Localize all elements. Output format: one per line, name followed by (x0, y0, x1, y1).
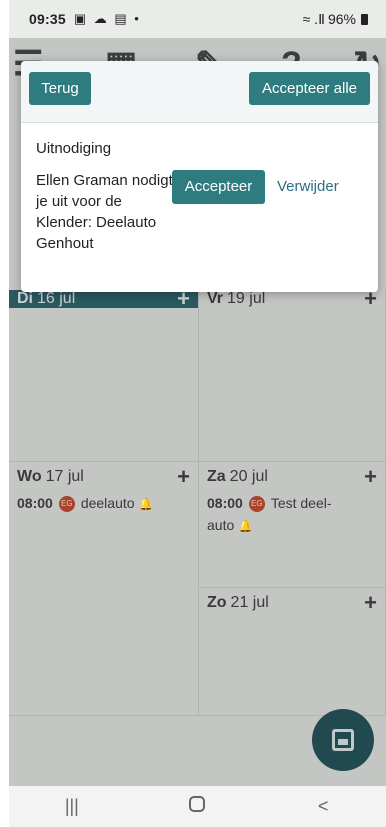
add-event-button[interactable]: + (364, 592, 377, 614)
day-date: 17 (45, 468, 64, 485)
day-date: 19 (227, 290, 245, 307)
day-cell-vr-19[interactable]: Vr 19 jul + (199, 288, 386, 462)
dialog-header: Terug Accepteer alle (21, 61, 378, 123)
day-month: jul (249, 290, 266, 307)
calendar-grid: Di 16 jul + Vr 19 jul + Wo 17 jul + 08:0… (9, 288, 386, 716)
signal-icon: ≈ .Ⅱ (302, 10, 325, 27)
status-right: ≈ .Ⅱ 96% (303, 11, 368, 28)
battery-icon (361, 13, 368, 25)
day-month: jul (59, 290, 76, 307)
day-header: Vr 19 jul + (199, 288, 385, 310)
event-time: 08:00 (207, 495, 243, 511)
day-date: 16 (37, 290, 55, 307)
event-time: 08:00 (17, 495, 53, 511)
accept-button[interactable]: Accepteer (172, 170, 265, 204)
day-month: jul (252, 594, 269, 611)
avatar: EG (58, 496, 75, 513)
day-header: Za 20 jul + (199, 466, 385, 488)
bell-icon: 🔔 (238, 519, 254, 533)
day-weekday: Zo (207, 594, 227, 611)
status-bar: 09:35 ▣ ☁ ▤ • ≈ .Ⅱ 96% (9, 0, 386, 38)
day-weekday: Di (17, 290, 33, 307)
invitation-dialog: Terug Accepteer alle Uitnodiging Ellen G… (21, 61, 378, 292)
day-weekday: Vr (207, 290, 224, 307)
event-title-continued: auto (207, 517, 235, 533)
day-header: Di 16 jul + (9, 288, 198, 310)
day-header: Wo 17 jul + (9, 466, 198, 488)
day-cell-wo-17[interactable]: Wo 17 jul + 08:00 EG deelauto 🔔 (9, 462, 199, 716)
recent-apps-icon[interactable]: ||| (42, 796, 102, 817)
day-header: Zo 21 jul + (199, 592, 385, 614)
system-nav-bar: ||| < (9, 786, 386, 827)
accept-all-button[interactable]: Accepteer alle (249, 72, 370, 105)
status-notification-icons: ▣ ☁ ▤ • (73, 11, 141, 26)
calendar-today-icon (332, 729, 354, 751)
invitation-title: Uitnodiging (36, 140, 112, 157)
day-cell-za-20[interactable]: Za 20 jul + 08:00 EG Test deel- auto 🔔 (199, 462, 386, 588)
today-fab-button[interactable] (312, 709, 374, 771)
event-title: deelauto (80, 495, 135, 511)
add-event-button[interactable]: + (364, 288, 377, 310)
day-month: jul (251, 468, 268, 485)
day-cell-di-16[interactable]: Di 16 jul + (9, 288, 199, 462)
battery-level: 96% (327, 11, 356, 27)
day-date: 21 (230, 594, 249, 611)
calendar-event[interactable]: 08:00 EG deelauto 🔔 (9, 486, 198, 515)
add-event-button[interactable]: + (177, 466, 190, 488)
day-weekday: Za (207, 468, 226, 485)
home-button[interactable] (167, 796, 227, 817)
calendar-event[interactable]: 08:00 EG Test deel- auto 🔔 (199, 486, 385, 537)
invitation-message: Ellen Graman nodigt je uit voor de Klend… (36, 172, 173, 252)
back-icon[interactable]: < (293, 796, 353, 817)
back-button[interactable]: Terug (29, 72, 91, 105)
home-icon (189, 796, 206, 812)
add-event-button[interactable]: + (364, 466, 377, 488)
day-weekday: Wo (17, 468, 42, 485)
status-time: 09:35 (29, 11, 66, 27)
event-title: Test deel- (270, 495, 332, 511)
day-date: 20 (229, 468, 248, 485)
day-month: jul (67, 468, 84, 485)
remove-link[interactable]: Verwijder (277, 178, 339, 195)
day-cell-zo-21[interactable]: Zo 21 jul + (199, 588, 386, 716)
bell-icon: 🔔 (138, 497, 154, 511)
add-event-button[interactable]: + (177, 288, 190, 310)
avatar: EG (248, 496, 265, 513)
